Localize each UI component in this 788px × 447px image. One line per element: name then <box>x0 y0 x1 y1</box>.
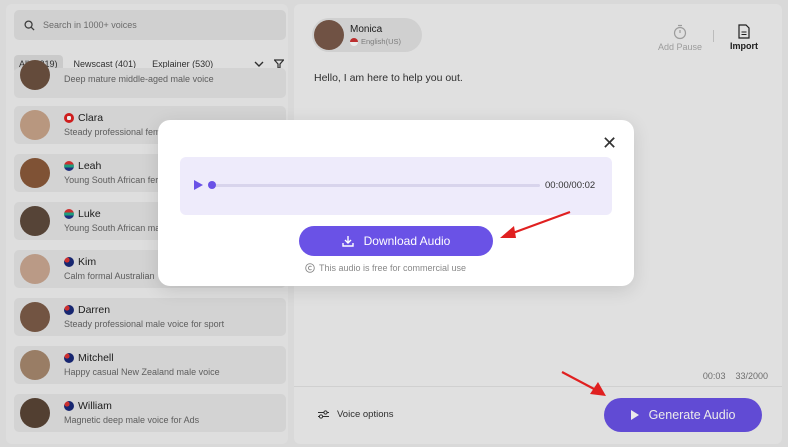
play-icon[interactable] <box>194 180 203 190</box>
progress-thumb[interactable] <box>208 181 216 189</box>
download-audio-button[interactable]: Download Audio <box>299 226 493 256</box>
download-modal: ✕ 00:00/00:02 Download Audio This audio … <box>158 120 634 286</box>
progress-track[interactable] <box>212 184 540 187</box>
playback-time: 00:00/00:02 <box>545 180 596 191</box>
download-icon <box>341 236 354 247</box>
annotation-arrow-generate <box>561 371 606 396</box>
annotation-arrow-download <box>500 210 571 238</box>
close-icon[interactable]: ✕ <box>602 134 617 152</box>
copyright-icon <box>305 263 315 273</box>
license-note: This audio is free for commercial use <box>305 263 466 273</box>
license-note-text: This audio is free for commercial use <box>319 263 467 273</box>
download-audio-label: Download Audio <box>363 234 451 248</box>
